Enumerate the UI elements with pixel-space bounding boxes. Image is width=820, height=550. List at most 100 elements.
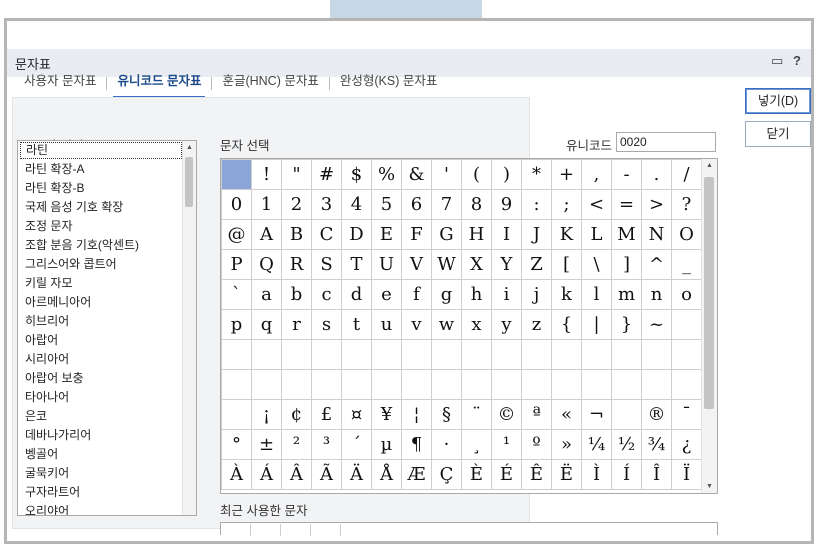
char-cell[interactable]: 2 bbox=[281, 189, 312, 220]
char-cell[interactable]: ¨ bbox=[461, 399, 492, 430]
char-cell[interactable] bbox=[431, 339, 462, 370]
char-cell[interactable]: p bbox=[221, 309, 252, 340]
char-cell[interactable]: 3 bbox=[311, 189, 342, 220]
char-cell[interactable]: F bbox=[401, 219, 432, 250]
char-cell[interactable] bbox=[581, 369, 612, 400]
char-cell[interactable]: - bbox=[611, 159, 642, 190]
char-cell[interactable]: ª bbox=[521, 399, 552, 430]
char-cell[interactable]: / bbox=[671, 159, 702, 190]
char-cell[interactable]: ¦ bbox=[401, 399, 432, 430]
char-cell[interactable]: : bbox=[521, 189, 552, 220]
area-item[interactable]: 아랍어 보충 bbox=[18, 369, 196, 388]
char-cell[interactable]: Ï bbox=[671, 459, 702, 490]
area-item[interactable]: 아르메니아어 bbox=[18, 293, 196, 312]
area-item[interactable]: 라틴 확장-B bbox=[18, 179, 196, 198]
char-cell[interactable] bbox=[251, 369, 282, 400]
char-cell[interactable]: { bbox=[551, 309, 582, 340]
char-cell[interactable]: ; bbox=[551, 189, 582, 220]
char-cell[interactable] bbox=[311, 339, 342, 370]
recent-slot[interactable] bbox=[281, 524, 311, 536]
tab-ks[interactable]: 완성형(KS) 문자표 bbox=[336, 70, 441, 96]
char-cell[interactable]: Æ bbox=[401, 459, 432, 490]
char-cell[interactable]: ± bbox=[251, 429, 282, 460]
char-cell[interactable]: | bbox=[581, 309, 612, 340]
area-item[interactable]: 히브리어 bbox=[18, 312, 196, 331]
char-cell[interactable]: © bbox=[491, 399, 522, 430]
char-cell[interactable]: o bbox=[671, 279, 702, 310]
char-cell[interactable]: S bbox=[311, 249, 342, 280]
char-cell[interactable]: Ã bbox=[311, 459, 342, 490]
char-cell[interactable]: ° bbox=[221, 429, 252, 460]
char-cell[interactable] bbox=[551, 339, 582, 370]
char-cell[interactable]: . bbox=[641, 159, 672, 190]
char-cell[interactable] bbox=[221, 369, 252, 400]
char-cell[interactable] bbox=[311, 369, 342, 400]
char-cell[interactable]: C bbox=[311, 219, 342, 250]
char-cell[interactable] bbox=[611, 339, 642, 370]
char-cell[interactable]: 9 bbox=[491, 189, 522, 220]
char-cell[interactable]: À bbox=[221, 459, 252, 490]
char-cell[interactable] bbox=[281, 369, 312, 400]
char-cell[interactable]: ¼ bbox=[581, 429, 612, 460]
char-cell[interactable] bbox=[611, 399, 642, 430]
insert-button[interactable]: 넣기(D) bbox=[745, 88, 811, 114]
char-cell[interactable] bbox=[221, 399, 252, 430]
char-cell[interactable]: ¡ bbox=[251, 399, 282, 430]
char-cell[interactable]: 6 bbox=[401, 189, 432, 220]
char-cell[interactable]: > bbox=[641, 189, 672, 220]
char-cell[interactable] bbox=[491, 369, 522, 400]
char-cell[interactable]: V bbox=[401, 249, 432, 280]
char-cell[interactable]: Z bbox=[521, 249, 552, 280]
char-cell[interactable] bbox=[491, 339, 522, 370]
char-cell[interactable]: * bbox=[521, 159, 552, 190]
area-item[interactable]: 라틴 확장-A bbox=[18, 160, 196, 179]
char-cell[interactable]: v bbox=[401, 309, 432, 340]
help-topic-icon[interactable]: ▭ bbox=[771, 53, 783, 69]
tab-unicode[interactable]: 유니코드 문자표 bbox=[113, 70, 206, 98]
char-cell[interactable]: [ bbox=[551, 249, 582, 280]
char-cell[interactable]: < bbox=[581, 189, 612, 220]
char-cell[interactable]: t bbox=[341, 309, 372, 340]
char-cell[interactable] bbox=[221, 159, 252, 190]
area-item[interactable]: 아랍어 bbox=[18, 331, 196, 350]
char-cell[interactable]: N bbox=[641, 219, 672, 250]
char-cell[interactable]: ¾ bbox=[641, 429, 672, 460]
char-cell[interactable]: q bbox=[251, 309, 282, 340]
char-cell[interactable]: W bbox=[431, 249, 462, 280]
area-item[interactable]: 데바나가리어 bbox=[18, 426, 196, 445]
char-cell[interactable]: Ë bbox=[551, 459, 582, 490]
char-cell[interactable]: ® bbox=[641, 399, 672, 430]
char-cell[interactable]: ¤ bbox=[341, 399, 372, 430]
char-cell[interactable]: u bbox=[371, 309, 402, 340]
char-cell[interactable]: A bbox=[251, 219, 282, 250]
char-cell[interactable]: G bbox=[431, 219, 462, 250]
char-cell[interactable] bbox=[671, 369, 702, 400]
char-cell[interactable]: Î bbox=[641, 459, 672, 490]
char-cell[interactable] bbox=[521, 339, 552, 370]
char-cell[interactable]: ` bbox=[221, 279, 252, 310]
char-cell[interactable] bbox=[611, 369, 642, 400]
char-cell[interactable] bbox=[431, 369, 462, 400]
char-cell[interactable]: 4 bbox=[341, 189, 372, 220]
char-cell[interactable]: ' bbox=[431, 159, 462, 190]
char-cell[interactable]: ¿ bbox=[671, 429, 702, 460]
char-cell[interactable]: P bbox=[221, 249, 252, 280]
char-cell[interactable]: 0 bbox=[221, 189, 252, 220]
char-cell[interactable]: Ì bbox=[581, 459, 612, 490]
area-item[interactable]: 조정 문자 bbox=[18, 217, 196, 236]
char-cell[interactable] bbox=[281, 339, 312, 370]
char-cell[interactable]: X bbox=[461, 249, 492, 280]
scroll-thumb[interactable] bbox=[704, 177, 714, 409]
char-cell[interactable]: r bbox=[281, 309, 312, 340]
char-cell[interactable]: } bbox=[611, 309, 642, 340]
char-cell[interactable]: l bbox=[581, 279, 612, 310]
char-cell[interactable]: L bbox=[581, 219, 612, 250]
char-cell[interactable]: È bbox=[461, 459, 492, 490]
char-cell[interactable]: ¶ bbox=[401, 429, 432, 460]
char-cell[interactable]: T bbox=[341, 249, 372, 280]
char-cell[interactable]: ¬ bbox=[581, 399, 612, 430]
char-cell[interactable]: ¸ bbox=[461, 429, 492, 460]
char-cell[interactable]: x bbox=[461, 309, 492, 340]
char-cell[interactable]: £ bbox=[311, 399, 342, 430]
char-cell[interactable]: d bbox=[341, 279, 372, 310]
